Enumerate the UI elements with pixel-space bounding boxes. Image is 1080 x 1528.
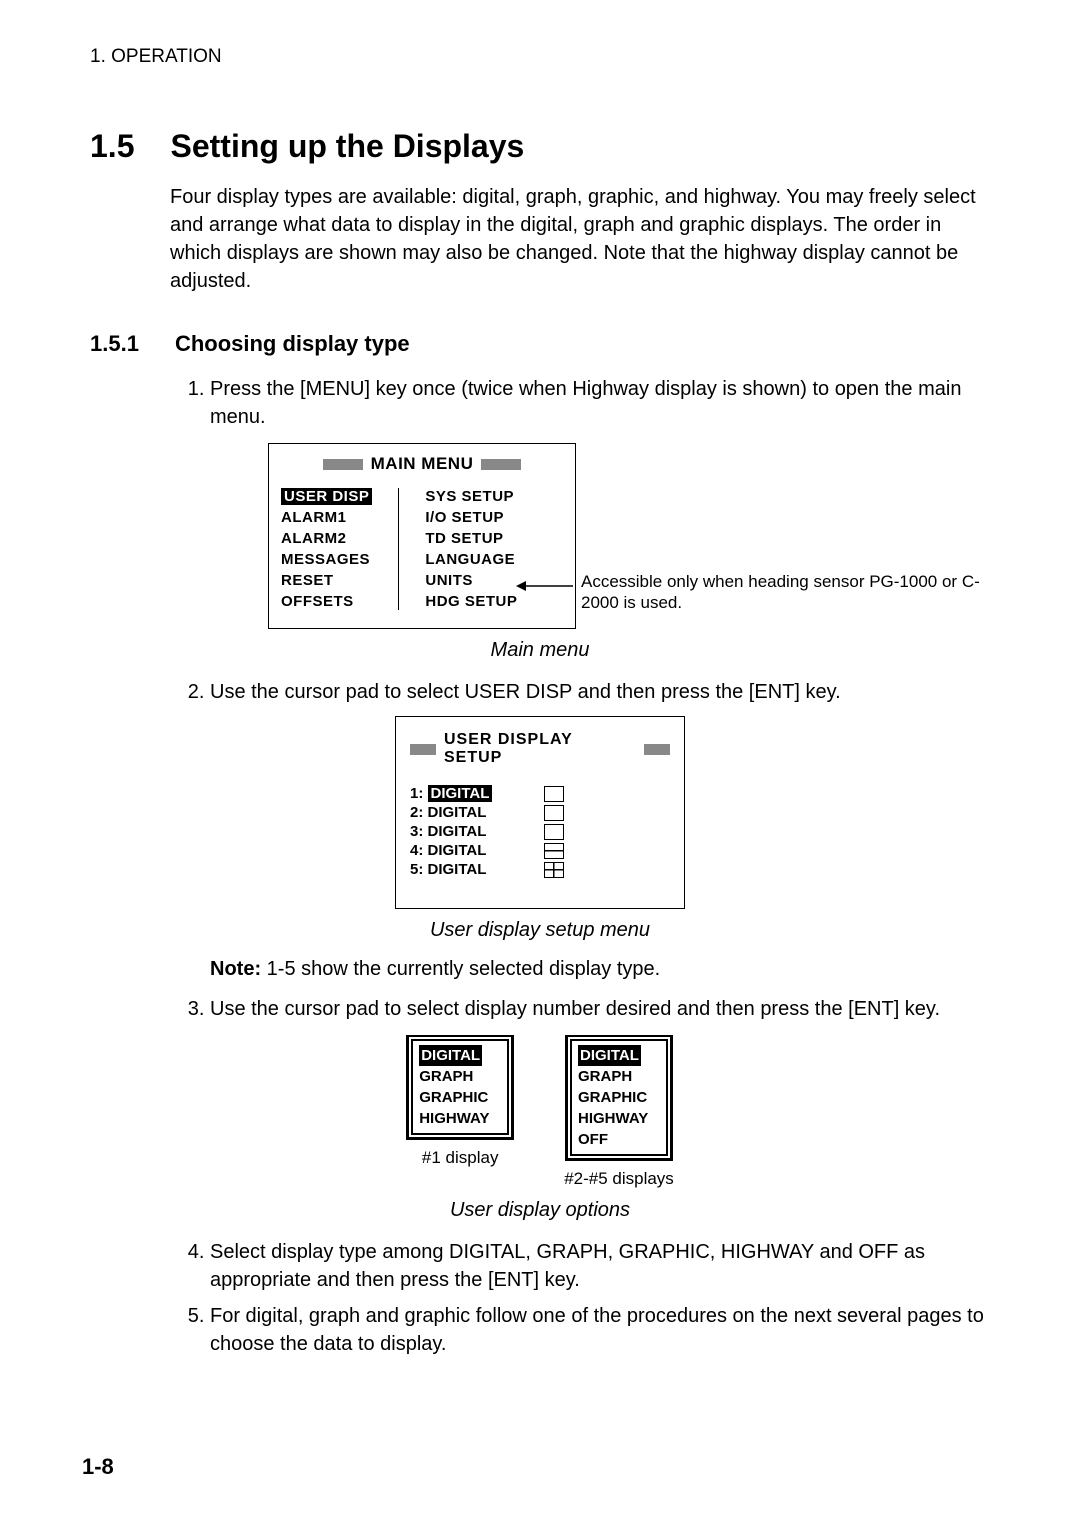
- option-item: GRAPH: [419, 1066, 501, 1087]
- option-column-2: DIGITAL GRAPH GRAPHIC HIGHWAY OFF #2-#5 …: [564, 1035, 674, 1189]
- uds-row-label: 1: DIGITAL: [410, 785, 520, 802]
- options-caption: User display options: [90, 1199, 990, 1222]
- menu-item-selected: USER DISP: [281, 488, 372, 505]
- menu-item: ALARM1: [281, 509, 372, 526]
- user-display-options-figure: DIGITAL GRAPH GRAPHIC HIGHWAY #1 display…: [90, 1035, 990, 1189]
- page-number: 1-8: [82, 1454, 114, 1480]
- option-column-1: DIGITAL GRAPH GRAPHIC HIGHWAY #1 display: [406, 1035, 514, 1189]
- page: 1. OPERATION 1.5 Setting up the Displays…: [0, 0, 1080, 1528]
- uds-row: 4: DIGITAL: [410, 842, 670, 859]
- step-list: Select display type among DIGITAL, GRAPH…: [170, 1238, 990, 1358]
- step-list: Use the cursor pad to select display num…: [170, 995, 990, 1023]
- option-item: HIGHWAY: [578, 1108, 660, 1129]
- step-3: Use the cursor pad to select display num…: [210, 995, 990, 1023]
- running-header: 1. OPERATION: [90, 46, 990, 68]
- menu-item: TD SETUP: [425, 530, 517, 547]
- title-bar-icon: [481, 459, 521, 470]
- menu-item: LANGUAGE: [425, 551, 517, 568]
- step-5: For digital, graph and graphic follow on…: [210, 1302, 990, 1358]
- section-heading: 1.5 Setting up the Displays: [90, 128, 990, 165]
- menu-item: ALARM2: [281, 530, 372, 547]
- column-divider: [398, 488, 399, 610]
- main-menu-title-row: MAIN MENU: [281, 454, 563, 474]
- uds-selected: DIGITAL: [428, 785, 493, 802]
- uds-row: 2: DIGITAL: [410, 804, 670, 821]
- menu-item: SYS SETUP: [425, 488, 517, 505]
- layout-1-icon: [544, 786, 564, 802]
- main-menu-right-col: SYS SETUP I/O SETUP TD SETUP LANGUAGE UN…: [425, 488, 517, 610]
- main-menu-note-text: Accessible only when heading sensor PG-1…: [581, 571, 988, 614]
- menu-item: I/O SETUP: [425, 509, 517, 526]
- title-bar-icon: [410, 744, 436, 755]
- section-number: 1.5: [90, 128, 134, 165]
- option-box: DIGITAL GRAPH GRAPHIC HIGHWAY OFF: [570, 1039, 668, 1156]
- subsection-heading: 1.5.1 Choosing display type: [90, 331, 990, 357]
- intro-text: Four display types are available: digita…: [170, 183, 990, 295]
- uds-row-label: 3: DIGITAL: [410, 823, 520, 840]
- title-bar-icon: [644, 744, 670, 755]
- menu-item: RESET: [281, 572, 372, 589]
- option-item: GRAPHIC: [578, 1087, 660, 1108]
- main-menu-title: MAIN MENU: [371, 454, 474, 474]
- option-item: GRAPHIC: [419, 1087, 501, 1108]
- option-box-outer: DIGITAL GRAPH GRAPHIC HIGHWAY OFF: [565, 1035, 673, 1161]
- main-menu-figure: MAIN MENU USER DISP ALARM1 ALARM2 MESSAG…: [268, 443, 988, 629]
- menu-item: OFFSETS: [281, 593, 372, 610]
- step-list: Press the [MENU] key once (twice when Hi…: [170, 375, 990, 431]
- uds-row: 5: DIGITAL: [410, 861, 670, 878]
- subsection-number: 1.5.1: [90, 331, 139, 357]
- note-text: 1-5 show the currently selected display …: [261, 958, 660, 980]
- uds-title-row: USER DISPLAY SETUP: [410, 731, 670, 767]
- step-list: Use the cursor pad to select USER DISP a…: [170, 678, 990, 706]
- option-label-1: #1 display: [422, 1148, 499, 1168]
- uds-row-label: 2: DIGITAL: [410, 804, 520, 821]
- option-item: OFF: [578, 1129, 660, 1150]
- layout-4-icon: [544, 862, 564, 878]
- note-label: Note:: [210, 958, 261, 980]
- menu-item: MESSAGES: [281, 551, 372, 568]
- subsection-title: Choosing display type: [175, 331, 990, 357]
- uds-caption: User display setup menu: [90, 919, 990, 942]
- option-label-2: #2-#5 displays: [564, 1169, 674, 1189]
- note-line: Note: 1-5 show the currently selected di…: [210, 958, 990, 981]
- user-display-setup-figure: USER DISPLAY SETUP 1: DIGITAL 2: DIGITAL…: [395, 716, 685, 909]
- step-4: Select display type among DIGITAL, GRAPH…: [210, 1238, 990, 1294]
- main-menu-note: Accessible only when heading sensor PG-1…: [516, 571, 988, 614]
- arrow-left-icon: [516, 580, 573, 592]
- step-1: Press the [MENU] key once (twice when Hi…: [210, 375, 990, 431]
- uds-row: 3: DIGITAL: [410, 823, 670, 840]
- option-item: GRAPH: [578, 1066, 660, 1087]
- option-box-outer: DIGITAL GRAPH GRAPHIC HIGHWAY: [406, 1035, 514, 1140]
- option-box: DIGITAL GRAPH GRAPHIC HIGHWAY: [411, 1039, 509, 1135]
- uds-row-label: 4: DIGITAL: [410, 842, 520, 859]
- layout-1-icon: [544, 824, 564, 840]
- main-menu-caption: Main menu: [90, 639, 990, 662]
- layout-1-icon: [544, 805, 564, 821]
- main-menu-left-col: USER DISP ALARM1 ALARM2 MESSAGES RESET O…: [281, 488, 372, 610]
- user-display-setup-box: USER DISPLAY SETUP 1: DIGITAL 2: DIGITAL…: [395, 716, 685, 909]
- menu-item: UNITS: [425, 572, 517, 589]
- title-bar-icon: [323, 459, 363, 470]
- option-selected: DIGITAL: [578, 1045, 641, 1066]
- step-2: Use the cursor pad to select USER DISP a…: [210, 678, 990, 706]
- layout-2-icon: [544, 843, 564, 859]
- intro-block: Four display types are available: digita…: [170, 183, 990, 295]
- section-title: Setting up the Displays: [170, 128, 990, 165]
- uds-title: USER DISPLAY SETUP: [444, 731, 636, 767]
- option-selected: DIGITAL: [419, 1045, 482, 1066]
- uds-row-label: 5: DIGITAL: [410, 861, 520, 878]
- option-item: HIGHWAY: [419, 1108, 501, 1129]
- uds-row: 1: DIGITAL: [410, 785, 670, 802]
- menu-item: HDG SETUP: [425, 593, 517, 610]
